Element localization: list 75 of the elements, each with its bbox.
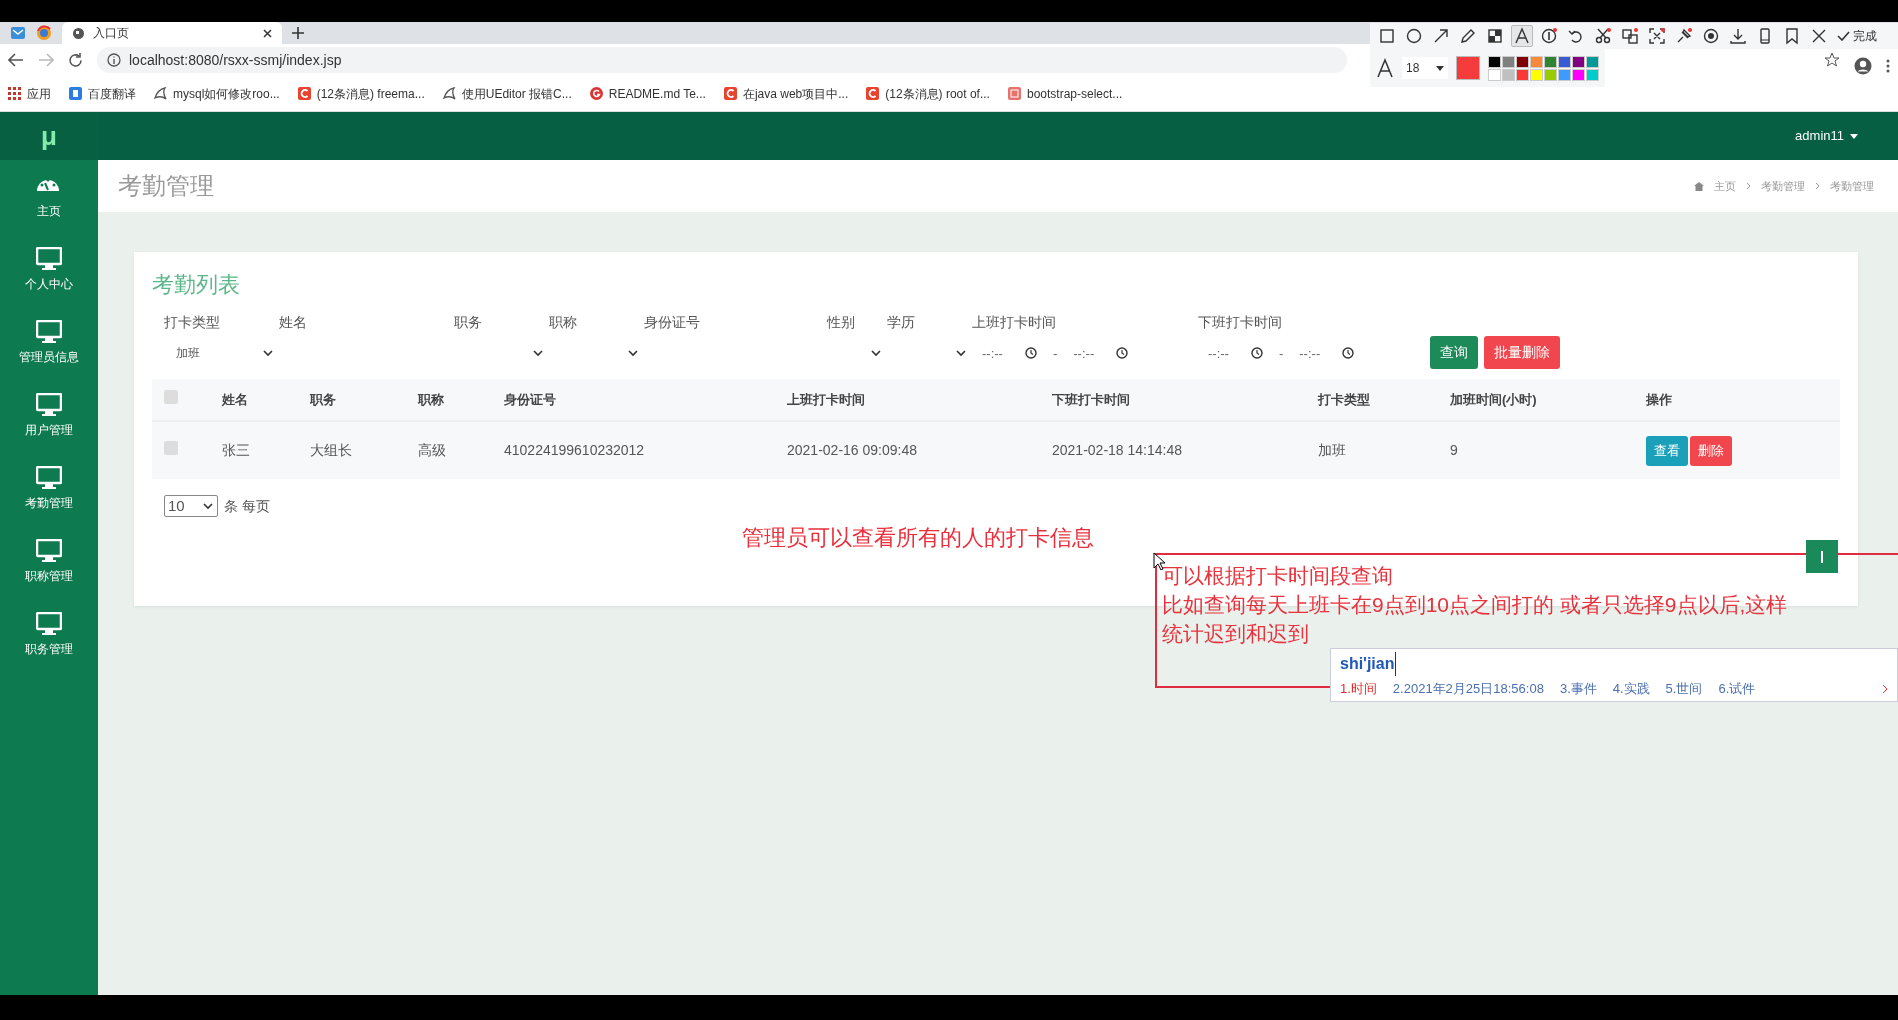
search-button[interactable]: 查询 <box>1430 336 1478 370</box>
sidebar-item[interactable]: 个人中心 <box>0 233 98 306</box>
card-title: 考勤列表 <box>152 272 241 299</box>
url-text: localhost:8080/rsxx-ssmj/index.jsp <box>129 50 342 70</box>
table-cell: 2021-02-16 09:09:48 <box>787 442 917 459</box>
filter-label: 身份证号 <box>644 313 701 333</box>
sidebar-item[interactable]: 职称管理 <box>0 525 98 598</box>
filter-select[interactable]: 加班 <box>164 340 279 367</box>
page-size-select[interactable]: 10 <box>164 495 218 518</box>
sidebar-item[interactable]: 管理员信息 <box>0 306 98 379</box>
ime-candidate[interactable]: 5.世间 <box>1665 679 1703 699</box>
ime-candidate[interactable]: 4.实践 <box>1612 679 1650 699</box>
bookmark[interactable]: bootstrap-select... <box>1007 84 1123 103</box>
time-field[interactable]: --:-- <box>982 343 1037 364</box>
table-cell: 加班 <box>1318 442 1346 459</box>
user-menu[interactable]: admin11 <box>1795 126 1858 146</box>
delete-button[interactable]: 批量删除 <box>1484 336 1560 370</box>
column-header: 操作 <box>1646 392 1672 408</box>
filter-label: 上班打卡时间 <box>972 313 1057 333</box>
filter-label: 性别 <box>827 313 856 333</box>
bookmark[interactable]: (12条消息) root of... <box>866 84 990 103</box>
filter-label: 姓名 <box>279 313 308 333</box>
table-cell: 张三 <box>222 442 250 459</box>
time-field[interactable]: --:-- <box>1073 343 1129 364</box>
page-title: 考勤管理 <box>118 171 214 201</box>
bookmark[interactable]: 百度翻译 <box>69 84 136 103</box>
bookmark[interactable]: mysql如何修改roo... <box>154 84 280 103</box>
column-header: 打卡类型 <box>1318 392 1370 408</box>
column-header: 下班打卡时间 <box>1052 392 1130 408</box>
annotation-text: 比如查询每天上班卡在9点到10点之间打的 或者只选择9点以后,这样 <box>1162 592 1788 618</box>
column-header: 姓名 <box>222 392 248 408</box>
ime-candidate[interactable]: 3.事件 <box>1559 679 1597 699</box>
page-size-label: 条 每页 <box>224 496 270 516</box>
annotation-text: 可以根据打卡时间段查询 <box>1162 563 1393 589</box>
bookmark[interactable]: 使用UEditor 报错C... <box>442 84 572 103</box>
bookmark[interactable]: 应用 <box>8 84 51 103</box>
font-size-select[interactable]: 18 <box>1402 57 1448 79</box>
bookmark[interactable]: README.md Te... <box>589 84 706 103</box>
column-header: 上班打卡时间 <box>787 392 865 408</box>
filter-label: 下班打卡时间 <box>1198 313 1283 333</box>
column-header: 职称 <box>418 392 444 408</box>
annotation-text: 统计迟到和迟到 <box>1162 621 1309 647</box>
column-header: 身份证号 <box>504 392 556 408</box>
annotation-text: 管理员可以查看所有的人的打卡信息 <box>742 524 1094 552</box>
filter-label: 学历 <box>887 313 916 333</box>
browser-tab[interactable]: 入口页 <box>62 22 282 44</box>
range-dash: - <box>1052 344 1058 363</box>
ime-candidate[interactable]: 6.试件 <box>1718 679 1756 699</box>
bookmark[interactable]: 在java web项目中... <box>723 84 849 103</box>
ime-candidate[interactable]: 2.2021年2月25日18:56:08 <box>1392 679 1544 699</box>
table-cell: 高级 <box>418 442 446 459</box>
done-button[interactable]: 完成 <box>1835 27 1879 45</box>
range-dash: - <box>1278 344 1284 363</box>
filter-label: 打卡类型 <box>164 313 221 333</box>
sidebar-item[interactable]: 用户管理 <box>0 379 98 452</box>
column-header: 加班时间(小时) <box>1450 392 1537 408</box>
table-cell: 大组长 <box>310 442 352 459</box>
filter-label: 职称 <box>549 313 578 333</box>
view-button[interactable]: 查看 <box>1646 435 1688 466</box>
sidebar-item[interactable]: 职务管理 <box>0 598 98 671</box>
table-cell: 410224199610232012 <box>504 442 645 459</box>
column-header: 职务 <box>310 392 336 408</box>
ime-candidate[interactable]: 1.时间 <box>1340 679 1377 699</box>
tab-title: 入口页 <box>93 25 130 42</box>
bookmark[interactable]: (12条消息) freema... <box>297 84 425 103</box>
delete-button[interactable]: 删除 <box>1690 435 1732 466</box>
address-bar[interactable]: localhost:8080/rsxx-ssmj/index.jsp <box>97 47 1347 73</box>
filter-label: 职务 <box>454 313 483 333</box>
table-cell: 2021-02-18 14:14:48 <box>1052 442 1182 459</box>
time-field[interactable]: --:-- <box>1299 343 1355 364</box>
table-cell: 9 <box>1450 442 1458 459</box>
logo: μ <box>0 112 98 160</box>
time-field[interactable]: --:-- <box>1208 343 1263 364</box>
sidebar-item[interactable]: 主页 <box>0 160 98 233</box>
sidebar-item[interactable]: 考勤管理 <box>0 452 98 525</box>
